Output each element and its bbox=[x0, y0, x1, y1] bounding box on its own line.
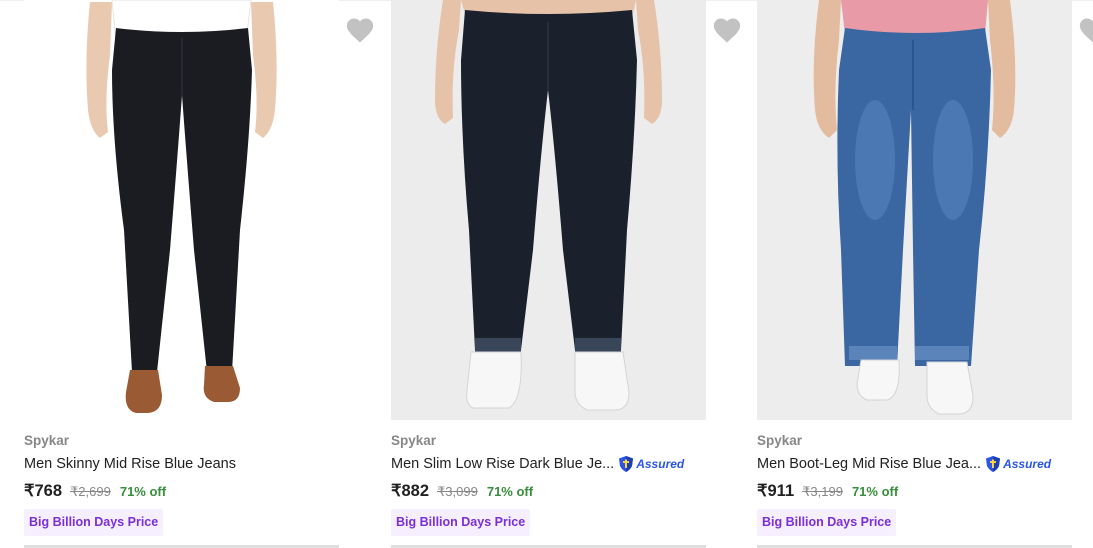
deal-badge: Big Billion Days Price bbox=[24, 509, 164, 536]
assured-shield-icon bbox=[619, 456, 634, 472]
assured-badge: Assured bbox=[618, 455, 684, 473]
product-card[interactable]: Spykar Men Skinny Mid Rise Blue Jeans ₹7… bbox=[24, 0, 374, 548]
deal-badge: Big Billion Days Price bbox=[757, 509, 897, 536]
product-price: ₹768 bbox=[24, 482, 63, 500]
product-brand: Spykar bbox=[757, 433, 803, 448]
product-image[interactable] bbox=[24, 0, 339, 420]
product-title[interactable]: Men Skinny Mid Rise Blue Jeans bbox=[24, 456, 236, 472]
product-title[interactable]: Men Boot-Leg Mid Rise Blue Jea... bbox=[757, 456, 981, 472]
product-image[interactable] bbox=[391, 0, 706, 420]
wishlist-heart-icon[interactable] bbox=[1078, 16, 1093, 44]
assured-label: Assured bbox=[1003, 457, 1052, 471]
product-price: ₹882 bbox=[391, 482, 430, 500]
wishlist-heart-icon[interactable] bbox=[712, 16, 742, 44]
product-discount: 71% off bbox=[119, 484, 167, 499]
product-mrp: ₹2,699 bbox=[70, 484, 111, 499]
assured-shield-icon bbox=[986, 456, 1001, 472]
product-price: ₹911 bbox=[757, 482, 795, 500]
product-mrp: ₹3,099 bbox=[437, 484, 478, 499]
product-card[interactable]: Spykar Men Slim Low Rise Dark Blue Je...… bbox=[391, 0, 741, 548]
product-image[interactable] bbox=[757, 0, 1072, 420]
product-mrp: ₹3,199 bbox=[802, 484, 843, 499]
assured-badge: Assured bbox=[985, 455, 1051, 473]
product-discount: 71% off bbox=[486, 484, 534, 499]
wishlist-heart-icon[interactable] bbox=[345, 16, 375, 44]
product-card[interactable]: Spykar Men Boot-Leg Mid Rise Blue Jea...… bbox=[757, 0, 1093, 548]
assured-label: Assured bbox=[636, 457, 685, 471]
product-brand: Spykar bbox=[24, 433, 70, 448]
product-discount: 71% off bbox=[851, 484, 899, 499]
deal-badge: Big Billion Days Price bbox=[391, 509, 531, 536]
product-brand: Spykar bbox=[391, 433, 437, 448]
product-title[interactable]: Men Slim Low Rise Dark Blue Je... bbox=[391, 456, 614, 472]
